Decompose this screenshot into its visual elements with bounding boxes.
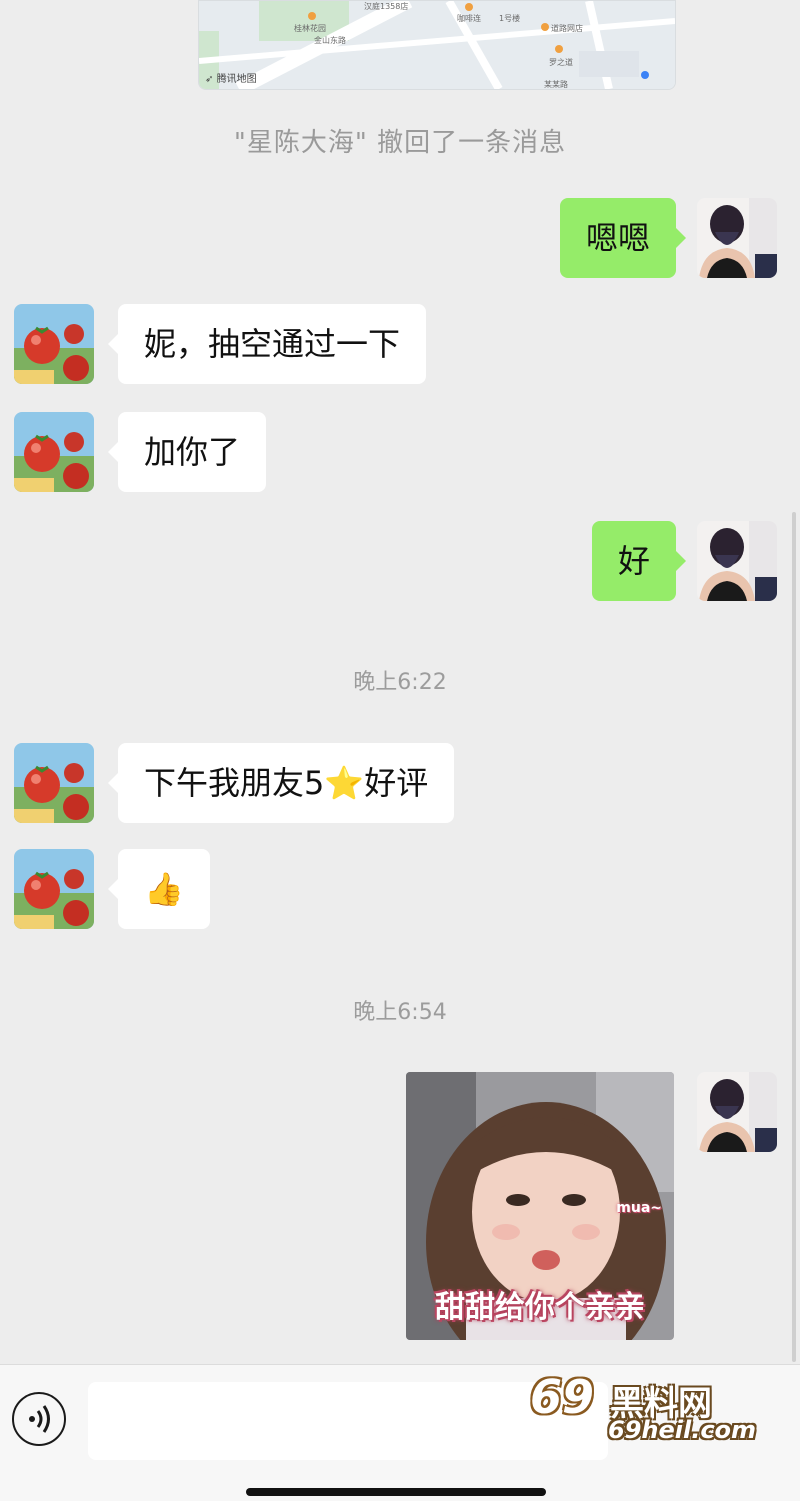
timestamp: 晚上6:54 (353, 1000, 447, 1025)
avatar-contact[interactable] (14, 849, 94, 929)
map-label: 咖啡连 (457, 14, 481, 23)
map-label: 道路网店 (551, 24, 583, 33)
avatar-contact[interactable] (14, 412, 94, 492)
map-label: 罗之道 (549, 58, 573, 67)
map-label: 金山东路 (314, 36, 346, 45)
arrow-icon: ➶ (205, 74, 214, 85)
location-map-card[interactable]: 桂林花园 汉庭1358店 金山东路 咖啡连 1号楼 道路网店 罗之道 某某路 ➶… (198, 0, 676, 90)
message-bubble-incoming[interactable]: 加你了 (107, 412, 267, 492)
home-indicator[interactable] (246, 1488, 546, 1496)
avatar-contact[interactable] (14, 304, 94, 384)
recall-notice: "星陈大海" 撤回了一条消息 (233, 128, 567, 158)
map-credit: ➶ 腾讯地图 (205, 74, 257, 85)
message-bubble-outgoing[interactable]: 嗯嗯 (559, 198, 687, 278)
message-bubble-incoming[interactable]: 下午我朋友5⭐好评 (107, 743, 455, 823)
avatar-self[interactable] (697, 521, 777, 601)
sticker-caption: 甜甜给你个亲亲 (435, 1290, 645, 1325)
sticker-mua-text: mua~ (616, 1200, 662, 1216)
watermark-url: 69heil.com (608, 1416, 757, 1444)
sticker-message[interactable]: mua~ 甜甜给你个亲亲 (406, 1072, 674, 1340)
map-label: 汉庭1358店 (364, 2, 409, 11)
watermark-number: 69 (530, 1370, 595, 1424)
avatar-self[interactable] (697, 198, 777, 278)
timestamp: 晚上6:22 (353, 670, 447, 695)
voice-button[interactable] (12, 1392, 66, 1446)
map-label: 桂林花园 (294, 24, 326, 33)
voice-icon (29, 1405, 50, 1433)
message-bubble-outgoing[interactable]: 好 (591, 521, 687, 601)
map-label: 某某路 (544, 80, 568, 89)
thumbs-up-icon: 👍 (144, 870, 184, 908)
map-image (199, 1, 675, 89)
message-bubble-incoming[interactable]: 👍 (108, 849, 210, 929)
message-bubble-incoming[interactable]: 妮，抽空通过一下 (107, 304, 427, 384)
avatar-contact[interactable] (14, 743, 94, 823)
map-label: 1号楼 (499, 14, 521, 23)
avatar-self[interactable] (697, 1072, 777, 1152)
scrollbar[interactable] (792, 512, 796, 1362)
watermark-logo: 69 黑料网 69heil.com (520, 1370, 800, 1460)
